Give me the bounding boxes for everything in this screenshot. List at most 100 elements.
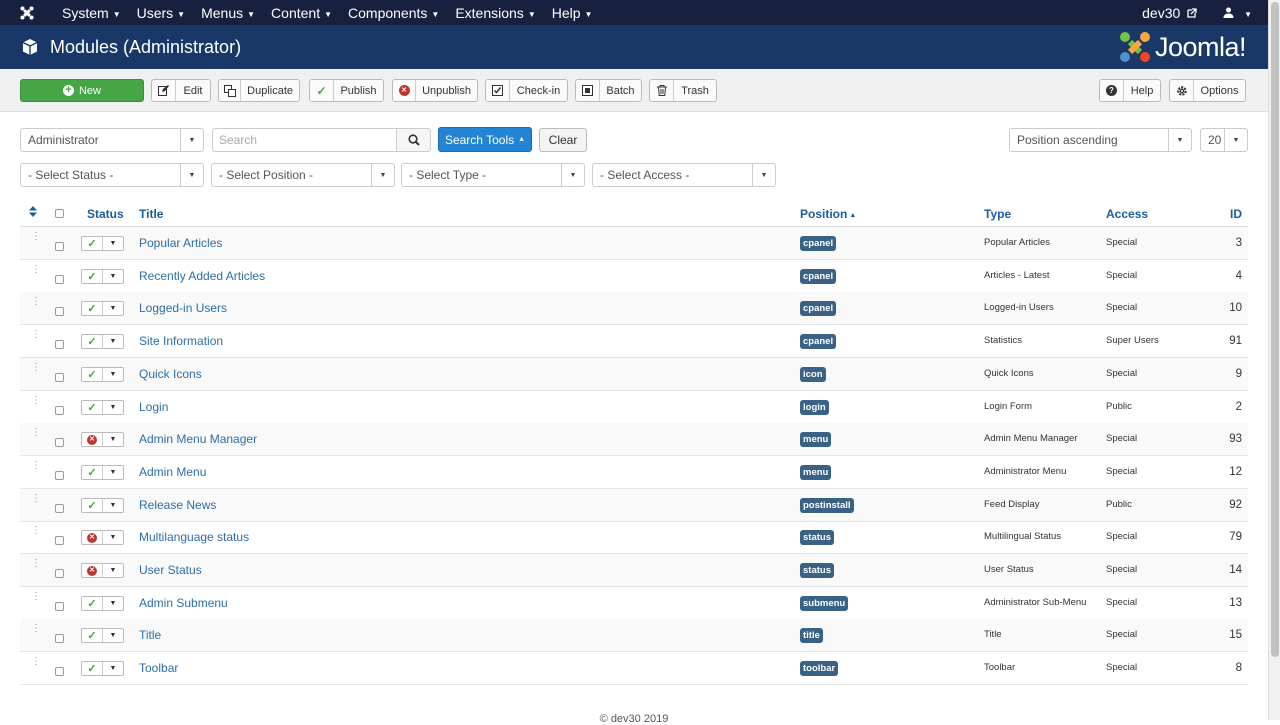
row-checkbox[interactable] [55, 242, 64, 251]
status-dropdown-caret-icon[interactable]: ▼ [103, 401, 123, 414]
row-checkbox[interactable] [55, 405, 64, 415]
module-title-link[interactable]: Site Information [139, 334, 223, 348]
module-title-link[interactable]: Toolbar [139, 661, 178, 675]
published-check-icon[interactable]: ✓ [82, 596, 103, 610]
status-toggle[interactable]: ✓ ▼ [81, 497, 124, 513]
position-filter-select[interactable]: - Select Position - ▼ [211, 163, 395, 187]
module-title-link[interactable]: Quick Icons [139, 367, 202, 381]
menu-help[interactable]: Help ▼ [544, 5, 601, 21]
status-dropdown-caret-icon[interactable]: ▼ [103, 466, 123, 479]
menu-content[interactable]: Content ▼ [263, 5, 340, 21]
published-check-icon[interactable]: ✓ [82, 367, 103, 381]
drag-handle-icon[interactable]: ⋮ [31, 657, 41, 667]
module-title-link[interactable]: Admin Menu [139, 465, 206, 479]
user-menu[interactable]: ▼ [1215, 5, 1260, 21]
status-toggle[interactable]: ✕ ▼ [81, 530, 124, 546]
publish-button[interactable]: ✓ Publish [309, 79, 384, 102]
menu-users[interactable]: Users ▼ [129, 5, 193, 21]
status-dropdown-caret-icon[interactable]: ▼ [103, 433, 123, 446]
row-checkbox[interactable] [55, 667, 64, 677]
column-position[interactable]: Position ▲ [800, 207, 856, 221]
drag-handle-icon[interactable]: ⋮ [31, 559, 41, 569]
column-status[interactable]: Status [87, 207, 124, 221]
site-link[interactable]: dev30 [1134, 5, 1205, 21]
row-checkbox[interactable] [55, 340, 64, 350]
select-all-checkbox[interactable] [55, 209, 64, 218]
options-button[interactable]: Options [1169, 79, 1246, 102]
search-input[interactable] [212, 128, 396, 152]
help-button[interactable]: ? Help [1099, 79, 1161, 102]
column-access[interactable]: Access [1106, 207, 1148, 221]
page-scrollbar[interactable] [1268, 0, 1280, 720]
module-title-link[interactable]: User Status [139, 563, 202, 577]
status-dropdown-caret-icon[interactable]: ▼ [103, 499, 123, 512]
row-checkbox[interactable] [55, 634, 64, 644]
status-dropdown-caret-icon[interactable]: ▼ [103, 237, 123, 250]
status-dropdown-caret-icon[interactable]: ▼ [103, 335, 123, 348]
status-toggle[interactable]: ✓ ▼ [81, 661, 124, 677]
clear-button[interactable]: Clear [539, 128, 587, 152]
scrollbar-thumb[interactable] [1271, 2, 1279, 657]
module-title-link[interactable]: Login [139, 400, 168, 414]
published-check-icon[interactable]: ✓ [82, 498, 103, 512]
status-toggle[interactable]: ✓ ▼ [81, 628, 124, 644]
access-filter-select[interactable]: - Select Access - ▼ [592, 163, 776, 187]
module-title-link[interactable]: Release News [139, 498, 216, 512]
limit-select[interactable]: 20 ▼ [1200, 128, 1248, 152]
row-checkbox[interactable] [55, 274, 64, 284]
drag-handle-icon[interactable]: ⋮ [31, 330, 41, 340]
unpublished-icon[interactable]: ✕ [82, 564, 103, 577]
module-title-link[interactable]: Recently Added Articles [139, 269, 265, 283]
search-button[interactable] [396, 128, 431, 152]
module-title-link[interactable]: Popular Articles [139, 236, 222, 250]
published-check-icon[interactable]: ✓ [82, 629, 103, 643]
status-dropdown-caret-icon[interactable]: ▼ [103, 597, 123, 610]
status-dropdown-caret-icon[interactable]: ▼ [103, 564, 123, 577]
unpublished-icon[interactable]: ✕ [82, 433, 103, 447]
unpublished-icon[interactable]: ✕ [82, 531, 103, 545]
status-dropdown-caret-icon[interactable]: ▼ [103, 302, 123, 315]
status-toggle[interactable]: ✓ ▼ [81, 366, 124, 382]
status-dropdown-caret-icon[interactable]: ▼ [103, 270, 123, 283]
ordering-select[interactable]: Position ascending ▼ [1009, 128, 1192, 152]
column-id[interactable]: ID [1230, 207, 1242, 221]
drag-handle-icon[interactable]: ⋮ [31, 591, 41, 601]
published-check-icon[interactable]: ✓ [82, 269, 103, 283]
menu-components[interactable]: Components ▼ [340, 5, 447, 21]
drag-handle-icon[interactable]: ⋮ [31, 428, 41, 438]
duplicate-button[interactable]: Duplicate [218, 79, 300, 102]
module-title-link[interactable]: Admin Submenu [139, 596, 228, 610]
drag-handle-icon[interactable]: ⋮ [31, 624, 41, 634]
drag-handle-icon[interactable]: ⋮ [31, 493, 41, 503]
row-checkbox[interactable] [55, 569, 64, 578]
status-toggle[interactable]: ✕ ▼ [81, 563, 124, 578]
published-check-icon[interactable]: ✓ [82, 335, 103, 349]
status-toggle[interactable]: ✓ ▼ [81, 268, 124, 284]
row-checkbox[interactable] [55, 601, 64, 611]
new-button[interactable]: + New [20, 79, 144, 102]
status-toggle[interactable]: ✓ ▼ [81, 301, 124, 317]
client-select[interactable]: Administrator ▼ [20, 128, 204, 152]
drag-handle-icon[interactable]: ⋮ [31, 460, 41, 470]
menu-menus[interactable]: Menus ▼ [193, 5, 263, 21]
row-checkbox[interactable] [55, 307, 64, 317]
row-checkbox[interactable] [55, 438, 64, 448]
status-toggle[interactable]: ✓ ▼ [81, 464, 124, 480]
status-toggle[interactable]: ✓ ▼ [81, 236, 124, 251]
menu-extensions[interactable]: Extensions ▼ [447, 5, 543, 21]
drag-handle-icon[interactable]: ⋮ [31, 395, 41, 405]
status-dropdown-caret-icon[interactable]: ▼ [103, 531, 123, 544]
type-filter-select[interactable]: - Select Type - ▼ [401, 163, 585, 187]
drag-handle-icon[interactable]: ⋮ [31, 264, 41, 274]
published-check-icon[interactable]: ✓ [82, 465, 103, 479]
drag-handle-icon[interactable]: ⋮ [31, 362, 41, 372]
search-tools-button[interactable]: Search Tools ▲ [438, 127, 532, 152]
drag-handle-icon[interactable]: ⋮ [31, 297, 41, 307]
drag-handle-icon[interactable]: ⋮ [31, 526, 41, 536]
row-checkbox[interactable] [55, 372, 64, 382]
published-check-icon[interactable]: ✓ [82, 662, 103, 676]
trash-button[interactable]: Trash [649, 79, 717, 102]
batch-button[interactable]: Batch [575, 79, 642, 102]
row-checkbox[interactable] [55, 503, 64, 513]
drag-handle-icon[interactable]: ⋮ [31, 232, 41, 242]
